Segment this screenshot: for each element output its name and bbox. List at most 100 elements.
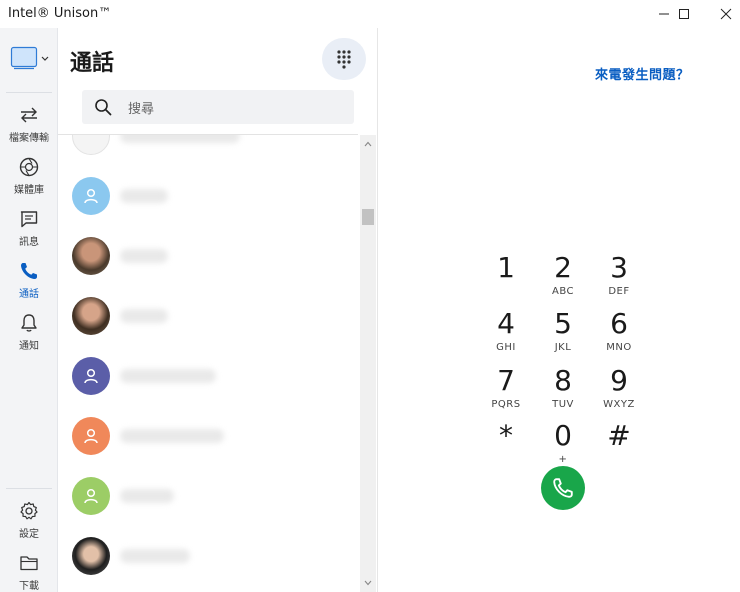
dial-key-4[interactable]: 4 GHI xyxy=(478,308,534,358)
rail-item-calls[interactable]: 通話 xyxy=(0,260,58,310)
dial-key-2[interactable]: 2 ABC xyxy=(535,252,591,302)
dial-key-hash[interactable]: # xyxy=(591,420,647,470)
dial-key-6[interactable]: 6 MNO xyxy=(591,308,647,358)
scroll-up-icon[interactable] xyxy=(363,139,373,149)
dial-key-8[interactable]: 8 TUV xyxy=(535,365,591,415)
person-icon xyxy=(84,428,98,444)
app-title: Intel® Unison™ xyxy=(8,6,112,21)
key-letters: PQRS xyxy=(491,399,521,410)
rail-item-gallery[interactable]: 媒體庫 xyxy=(0,156,58,206)
key-digit: 9 xyxy=(610,364,628,397)
dial-key-0[interactable]: 0 + xyxy=(535,420,591,470)
contact-name-redacted xyxy=(120,189,168,203)
contact-name-redacted xyxy=(120,249,168,263)
dial-key-star[interactable]: * xyxy=(478,420,534,470)
rail-item-messages[interactable]: 訊息 xyxy=(0,208,58,258)
dial-key-7[interactable]: 7 PQRS xyxy=(478,365,534,415)
aperture-icon xyxy=(18,156,40,178)
key-digit: 2 xyxy=(554,251,572,284)
list-item[interactable] xyxy=(72,411,352,463)
avatar xyxy=(72,177,110,215)
contact-name-redacted xyxy=(120,369,216,383)
contact-name-redacted xyxy=(120,135,240,143)
list-item[interactable] xyxy=(72,351,352,403)
phone-icon xyxy=(553,478,573,498)
key-digit: # xyxy=(607,419,631,452)
list-item[interactable] xyxy=(72,471,352,523)
person-icon xyxy=(84,488,98,504)
list-item[interactable] xyxy=(72,171,352,223)
device-icon xyxy=(10,46,49,70)
dialpad-icon xyxy=(337,50,351,69)
list-item[interactable] xyxy=(72,231,352,283)
search-input[interactable]: 搜尋 xyxy=(128,98,154,117)
call-issue-link[interactable]: 來電發生問題？ xyxy=(595,64,690,83)
nav-rail: 檔案傳輸 媒體庫 訊息 通話 通知 設定 下載 xyxy=(0,28,58,592)
contact-name-redacted xyxy=(120,549,190,563)
key-digit: 0 xyxy=(554,419,572,452)
rail-item-label: 檔案傳輸 xyxy=(9,133,49,144)
list-item[interactable] xyxy=(72,531,352,583)
transfer-icon xyxy=(18,104,40,126)
dial-key-1[interactable]: 1 xyxy=(478,252,534,302)
search-icon xyxy=(95,99,112,116)
call-button[interactable] xyxy=(541,466,585,510)
rail-item-label: 下載 xyxy=(19,581,39,592)
close-button[interactable] xyxy=(706,0,740,28)
device-selector[interactable] xyxy=(10,46,50,72)
rail-item-label: 設定 xyxy=(19,529,39,540)
key-digit: 6 xyxy=(610,307,628,340)
rail-item-label: 媒體庫 xyxy=(14,185,44,196)
list-item[interactable] xyxy=(72,291,352,343)
page-title: 通話 xyxy=(70,51,115,76)
person-icon xyxy=(84,188,98,204)
avatar xyxy=(72,297,110,335)
contact-name-redacted xyxy=(120,429,224,443)
dialpad-toggle-button[interactable] xyxy=(322,38,366,80)
rail-item-settings[interactable]: 設定 xyxy=(0,500,58,550)
call-history-list xyxy=(58,135,360,592)
key-digit: 7 xyxy=(497,364,515,397)
contact-name-redacted xyxy=(120,309,168,323)
key-letters: + xyxy=(558,454,568,465)
rail-item-downloads[interactable]: 下載 xyxy=(0,552,58,592)
avatar xyxy=(72,357,110,395)
dial-key-9[interactable]: 9 WXYZ xyxy=(591,365,647,415)
key-digit: 1 xyxy=(497,251,515,284)
key-letters: TUV xyxy=(552,399,574,410)
key-digit: 5 xyxy=(554,307,572,340)
maximize-button[interactable] xyxy=(664,0,704,28)
search-box[interactable]: 搜尋 xyxy=(82,90,354,124)
gear-icon xyxy=(18,500,40,522)
rail-item-label: 通知 xyxy=(19,341,39,352)
rail-divider xyxy=(6,488,52,489)
message-icon xyxy=(18,208,40,230)
folder-icon xyxy=(18,552,40,574)
calls-panel: 通話 搜尋 xyxy=(58,28,378,592)
key-letters: JKL xyxy=(554,342,572,353)
scroll-down-icon[interactable] xyxy=(363,578,373,588)
rail-item-notifications[interactable]: 通知 xyxy=(0,312,58,362)
key-digit: 4 xyxy=(497,307,515,340)
key-digit: * xyxy=(499,419,513,452)
person-icon xyxy=(84,368,98,384)
rail-item-file-transfer[interactable]: 檔案傳輸 xyxy=(0,104,58,154)
avatar xyxy=(72,417,110,455)
dial-key-5[interactable]: 5 JKL xyxy=(535,308,591,358)
scroll-thumb[interactable] xyxy=(362,209,374,225)
key-letters: DEF xyxy=(608,286,630,297)
dial-key-3[interactable]: 3 DEF xyxy=(591,252,647,302)
avatar xyxy=(72,477,110,515)
list-scrollbar[interactable] xyxy=(360,135,376,592)
key-letters: MNO xyxy=(606,342,632,353)
key-letters: GHI xyxy=(496,342,516,353)
maximize-icon xyxy=(679,9,689,19)
key-digit: 8 xyxy=(554,364,572,397)
list-item[interactable] xyxy=(72,135,352,163)
avatar xyxy=(72,237,110,275)
rail-divider xyxy=(6,92,52,93)
key-digit: 3 xyxy=(610,251,628,284)
contact-name-redacted xyxy=(120,489,174,503)
key-letters: WXYZ xyxy=(603,399,635,410)
avatar xyxy=(72,135,110,155)
